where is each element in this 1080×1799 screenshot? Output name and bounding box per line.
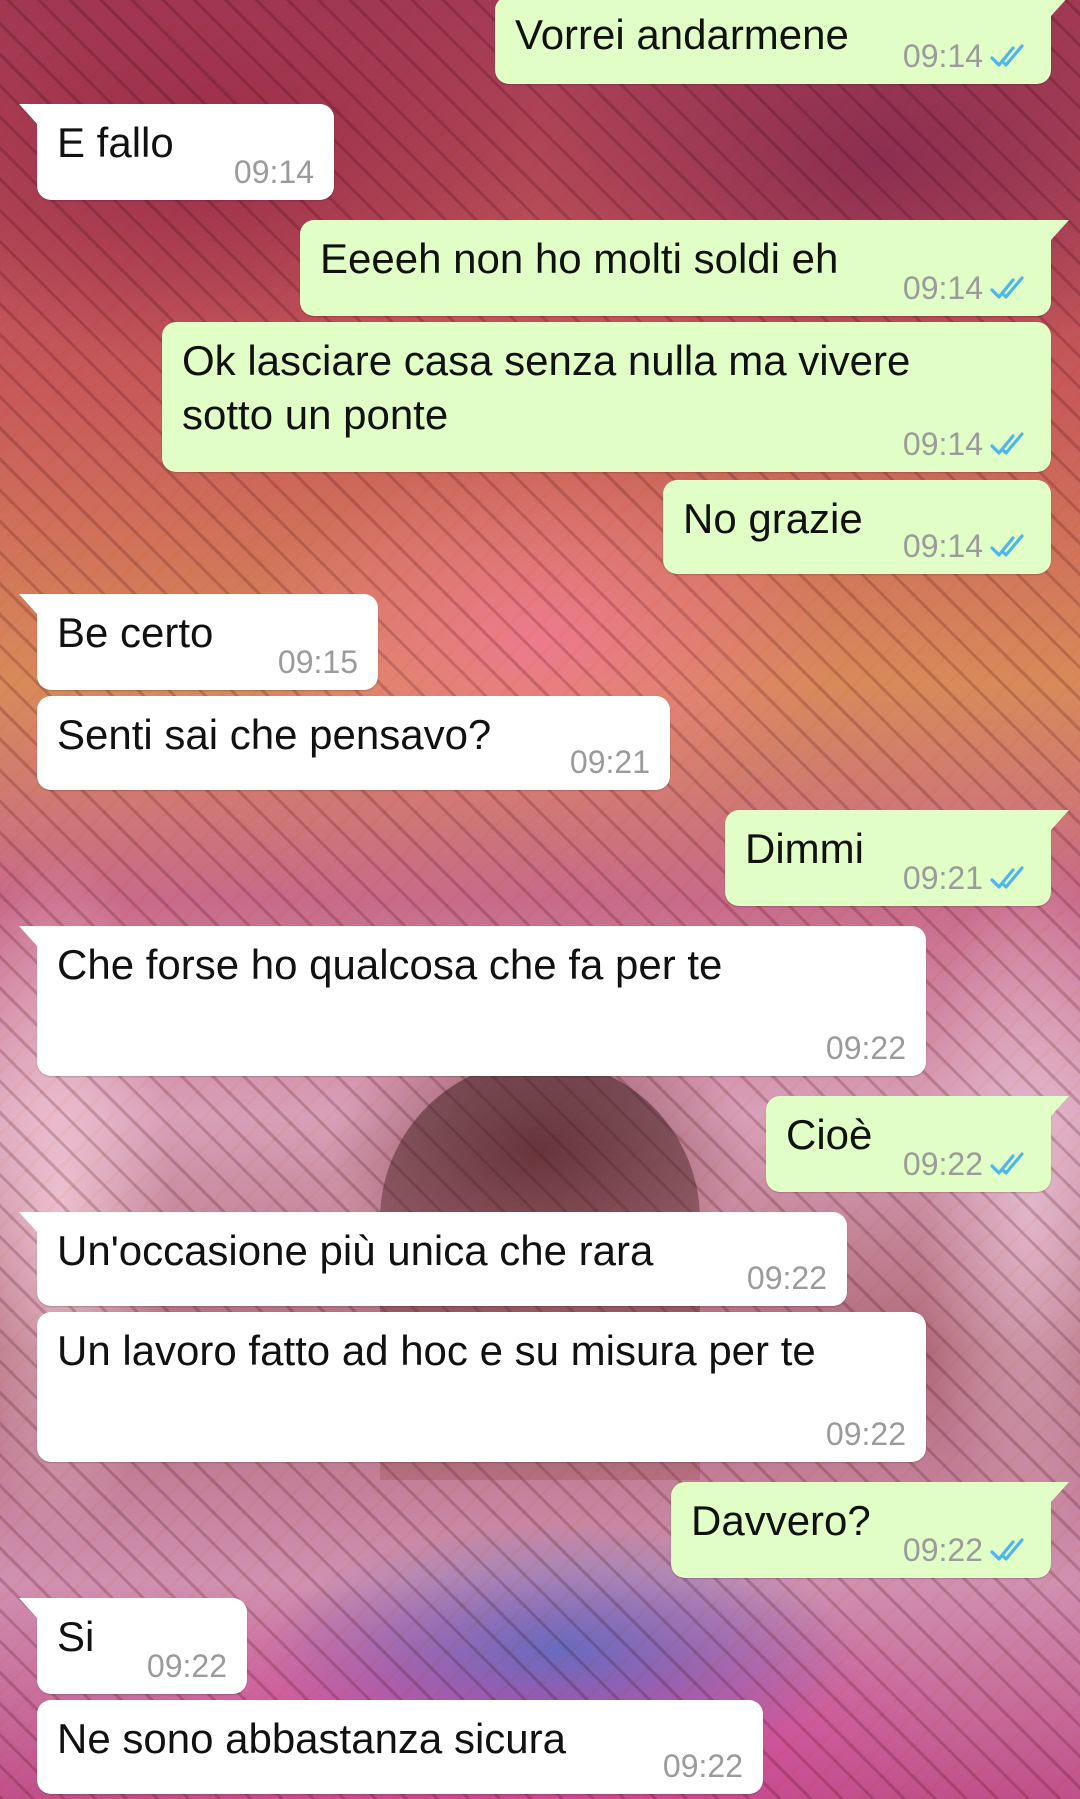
message-text: Davvero? (691, 1497, 871, 1544)
message-time: 09:21 (569, 744, 650, 780)
message-time: 09:22 (825, 1030, 906, 1066)
message-text: Cioè (786, 1111, 873, 1158)
message-time: 09:15 (277, 644, 358, 680)
double-check-icon (990, 276, 1024, 299)
message-time: 09:14 (902, 426, 983, 462)
message-text: Dimmi (745, 825, 864, 872)
message-bubble-incoming[interactable]: Senti sai che pensavo? 09:21 (37, 696, 670, 790)
message-meta: 09:22 (826, 1028, 906, 1068)
message-meta: 09:14 (903, 424, 1029, 464)
message-meta: 09:15 (278, 642, 358, 682)
message-meta: 09:22 (826, 1414, 906, 1454)
message-time: 09:14 (902, 270, 983, 306)
double-check-icon (990, 534, 1024, 557)
message-text: Ok lasciare casa senza nulla ma vivere s… (182, 337, 911, 438)
message-bubble-outgoing[interactable]: Davvero? 09:22 (671, 1482, 1069, 1578)
message-time: 09:22 (662, 1748, 743, 1784)
message-bubble-outgoing[interactable]: No grazie 09:14 (663, 480, 1051, 574)
message-time: 09:22 (146, 1648, 227, 1684)
message-bubble-outgoing[interactable]: Vorrei andarmene 09:14 (495, 0, 1069, 84)
message-text: Un lavoro fatto ad hoc e su misura per t… (57, 1327, 816, 1374)
message-bubble-outgoing[interactable]: Ok lasciare casa senza nulla ma vivere s… (162, 322, 1051, 472)
message-meta: 09:21 (570, 742, 650, 782)
message-bubble-incoming[interactable]: Un'occasione più unica che rara 09:22 (19, 1212, 847, 1306)
message-bubble-incoming[interactable]: Un lavoro fatto ad hoc e su misura per t… (37, 1312, 926, 1462)
message-time: 09:22 (746, 1260, 827, 1296)
message-bubble-outgoing[interactable]: Cioè 09:22 (766, 1096, 1069, 1192)
message-meta: 09:14 (903, 36, 1029, 76)
message-meta: 09:22 (903, 1144, 1029, 1184)
message-meta: 09:22 (663, 1746, 743, 1786)
message-bubble-incoming[interactable]: Che forse ho qualcosa che fa per te 09:2… (19, 926, 926, 1076)
message-bubble-incoming[interactable]: Ne sono abbastanza sicura 09:22 (37, 1700, 763, 1794)
message-bubble-incoming[interactable]: Si 09:22 (19, 1598, 247, 1694)
message-time: 09:22 (902, 1146, 983, 1182)
message-bubble-outgoing[interactable]: Eeeeh non ho molti soldi eh 09:14 (300, 220, 1069, 316)
message-time: 09:14 (902, 38, 983, 74)
message-meta: 09:14 (234, 152, 314, 192)
double-check-icon (990, 1538, 1024, 1561)
message-meta: 09:14 (903, 526, 1029, 566)
message-text: Ne sono abbastanza sicura (57, 1715, 566, 1762)
message-time: 09:14 (233, 154, 314, 190)
double-check-icon (990, 432, 1024, 455)
message-bubble-incoming[interactable]: Be certo 09:15 (19, 594, 378, 690)
message-text: Un'occasione più unica che rara (57, 1227, 654, 1274)
message-list[interactable]: Vorrei andarmene 09:14 E fallo 09:14 Eee… (0, 0, 1080, 1799)
message-text: No grazie (683, 495, 863, 542)
message-time: 09:21 (902, 860, 983, 896)
message-time: 09:22 (902, 1532, 983, 1568)
message-meta: 09:22 (747, 1258, 827, 1298)
message-text: Senti sai che pensavo? (57, 711, 492, 758)
message-meta: 09:14 (903, 268, 1029, 308)
message-meta: 09:22 (903, 1530, 1029, 1570)
message-bubble-outgoing[interactable]: Dimmi 09:21 (725, 810, 1069, 906)
message-text: Che forse ho qualcosa che fa per te (57, 941, 723, 988)
message-text: Be certo (57, 609, 214, 656)
message-text: Eeeeh non ho molti soldi eh (320, 235, 839, 282)
message-time: 09:14 (902, 528, 983, 564)
message-bubble-incoming[interactable]: E fallo 09:14 (19, 104, 334, 200)
double-check-icon (990, 1152, 1024, 1175)
message-text: E fallo (57, 119, 174, 166)
message-text: Si (57, 1613, 95, 1660)
message-text: Vorrei andarmene (515, 11, 849, 58)
message-meta: 09:21 (903, 858, 1029, 898)
message-meta: 09:22 (147, 1646, 227, 1686)
double-check-icon (990, 44, 1024, 67)
double-check-icon (990, 866, 1024, 889)
message-time: 09:22 (825, 1416, 906, 1452)
